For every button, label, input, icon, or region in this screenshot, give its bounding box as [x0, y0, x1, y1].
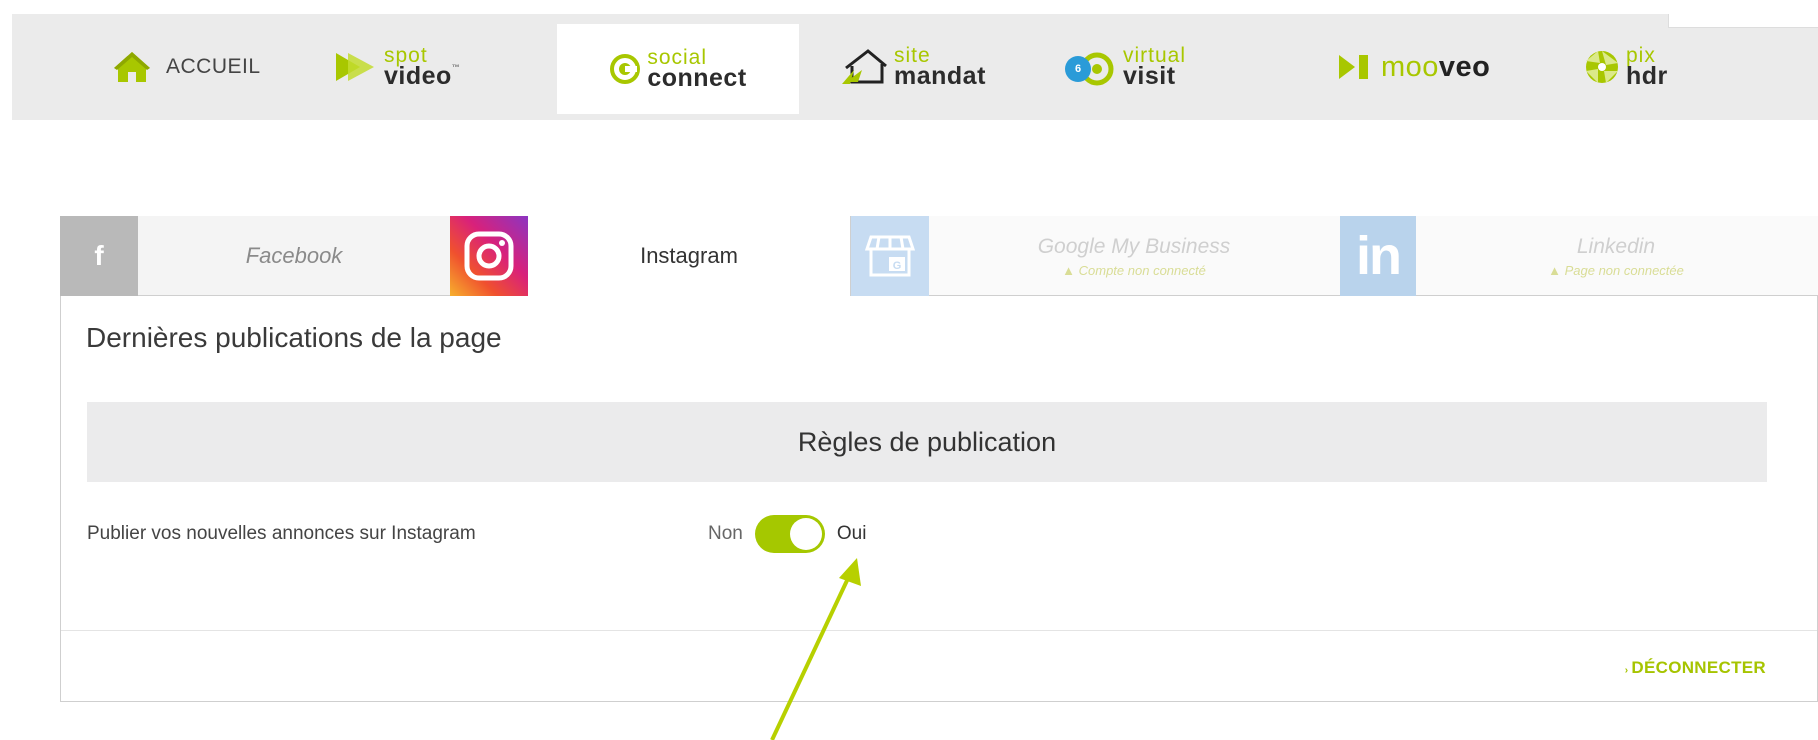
linkedin-letters: in [1356, 226, 1402, 286]
chevron-right-icon: › [1624, 665, 1629, 676]
toggle-on-label: Oui [836, 523, 867, 544]
top-right-tab [1668, 14, 1818, 28]
video-label: video [384, 62, 452, 90]
tab-instagram[interactable]: Instagram [450, 216, 850, 296]
play-arrows-icon [334, 49, 378, 85]
nav-home[interactable]: ACCUEIL [112, 14, 261, 120]
publish-toggle-group: Non Oui [708, 515, 866, 553]
home-icon [112, 50, 152, 84]
facebook-letter: f [94, 240, 104, 271]
nav-site-mandat[interactable]: site mandat [840, 14, 986, 120]
facebook-tab-label: Facebook [245, 243, 343, 268]
toggle-off-label: Non [708, 523, 743, 544]
divider [61, 630, 1817, 631]
facebook-icon: f [60, 216, 138, 296]
instagram-tab-label: Instagram [640, 243, 738, 268]
trademark: ™ [451, 63, 461, 72]
mooveo-icon [1337, 52, 1373, 82]
mooveo-light-text: moo [1381, 50, 1439, 83]
mandat-label: mandat [894, 62, 986, 90]
connect-label: connect [647, 64, 747, 92]
tab-facebook[interactable]: f Facebook [60, 216, 450, 296]
hdr-label: hdr [1626, 62, 1668, 90]
google-warning: ▲ Compte non connecté [1062, 262, 1206, 278]
disconnect-label: DÉCONNECTER [1631, 658, 1766, 677]
rules-header: Règles de publication [87, 402, 1767, 482]
toggle-knob [789, 518, 822, 550]
nav-mooveo[interactable]: mooveo [1337, 14, 1490, 120]
tab-linkedin[interactable]: in Linkedin ▲ Page non connectée [1340, 216, 1818, 296]
aperture-icon [1584, 49, 1620, 85]
visit-label: visit [1123, 62, 1176, 90]
linkedin-icon: in [1340, 216, 1416, 296]
notification-badge: 6 [1065, 56, 1091, 82]
nav-spot-video[interactable]: spot video™ [334, 14, 460, 120]
top-navigation: ACCUEIL spot video™ social connect site … [12, 14, 1818, 120]
house-outline-icon [840, 48, 888, 86]
disconnect-link[interactable]: › DÉCONNECTER [1625, 658, 1766, 678]
google-business-icon: G [851, 216, 929, 296]
nav-social-connect[interactable]: social connect [557, 24, 799, 114]
mooveo-bold-text: veo [1438, 50, 1491, 83]
svg-text:G: G [893, 260, 902, 272]
publish-toggle[interactable] [754, 515, 825, 553]
nav-virtual-visit[interactable]: virtual visit [1077, 14, 1186, 120]
nav-home-label: ACCUEIL [166, 55, 261, 78]
instagram-icon [450, 216, 528, 296]
linkedin-warning: ▲ Page non connectée [1548, 262, 1684, 278]
social-connect-icon [609, 53, 641, 85]
linkedin-tab-label: Linkedin [1576, 234, 1656, 258]
rules-title: Règles de publication [797, 426, 1057, 457]
google-tab-label: Google My Business [1037, 234, 1231, 258]
section-title: Dernières publications de la page [86, 322, 502, 353]
nav-pix-hdr[interactable]: pix hdr [1584, 14, 1668, 120]
tab-google-my-business[interactable]: G Google My Business ▲ Compte non connec… [850, 216, 1340, 296]
social-tabs: f Facebook Instagram G Google My Busines… [60, 216, 1818, 296]
publish-setting-label: Publier vos nouvelles annonces sur Insta… [87, 523, 476, 544]
